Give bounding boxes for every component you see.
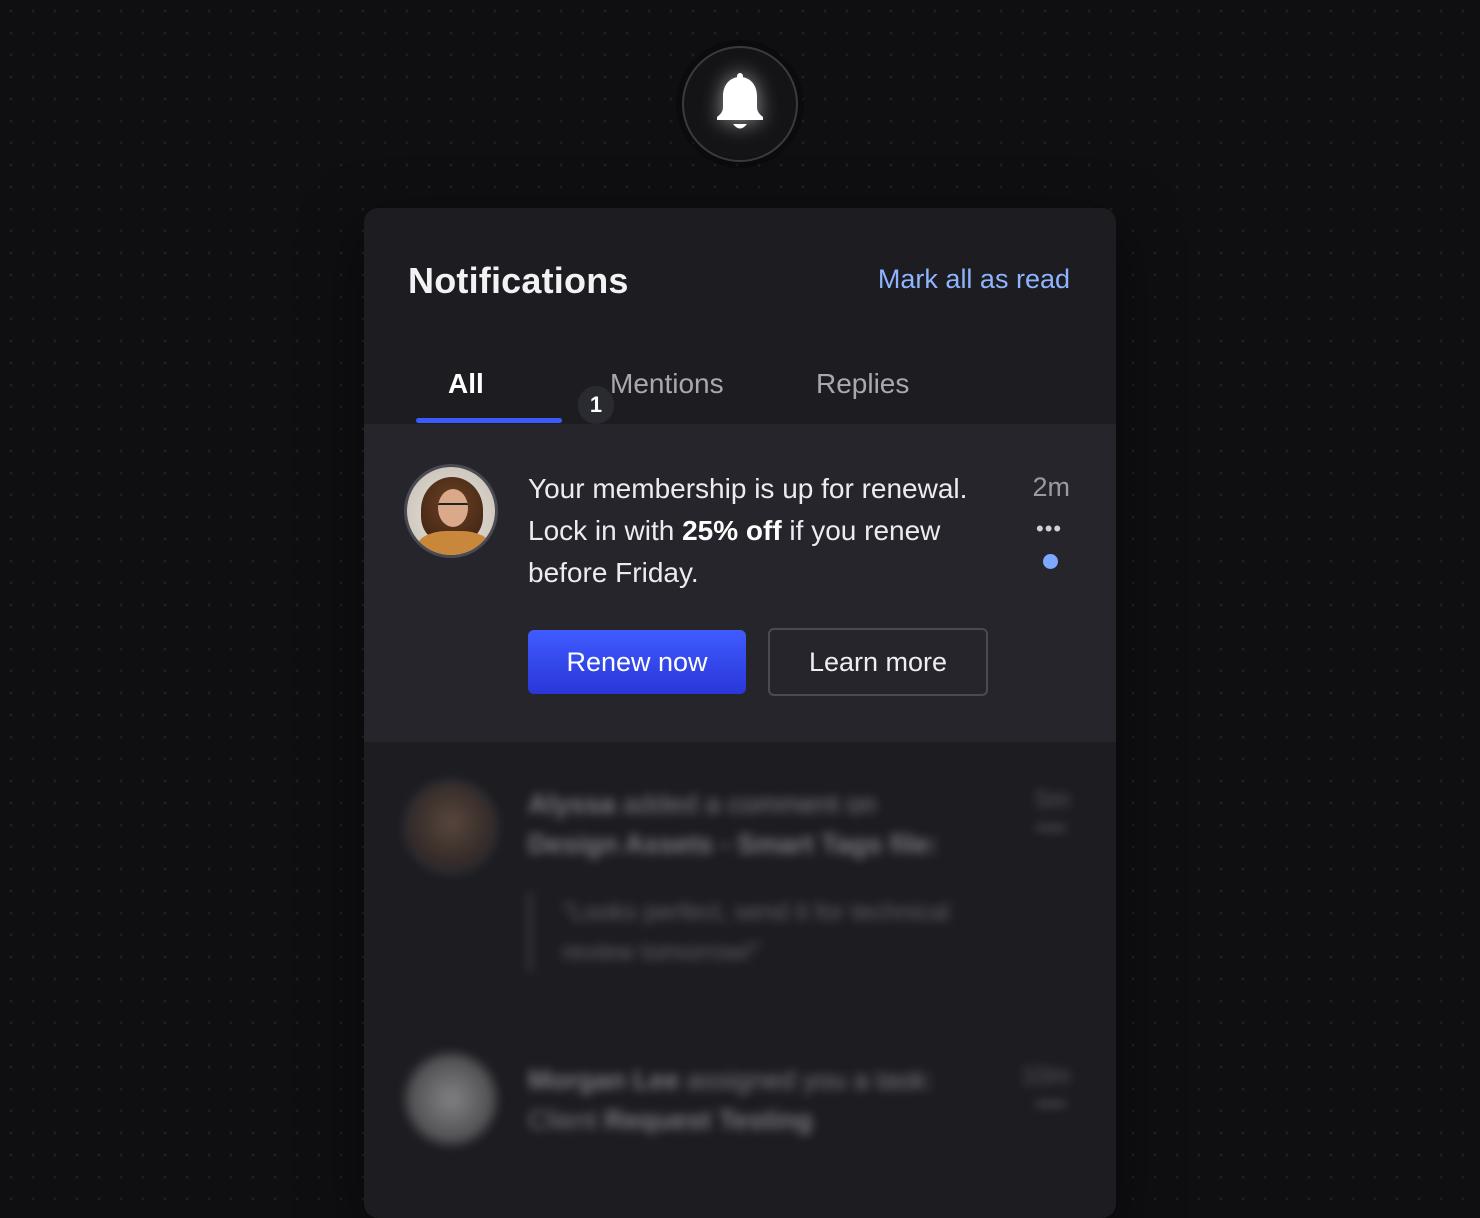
renew-now-button[interactable]: Renew now <box>528 630 746 694</box>
bell-icon <box>717 73 763 129</box>
tab-bar: All 1 Mentions Replies <box>364 346 1116 424</box>
message-highlight: 25% off <box>682 515 782 546</box>
notification-message: Morgan Lee assigned you a task: Client R… <box>528 1060 988 1140</box>
more-horizontal-icon[interactable]: ••• <box>1036 516 1062 542</box>
more-horizontal-icon[interactable] <box>1036 1102 1066 1106</box>
tab-all[interactable]: All 1 <box>448 368 614 424</box>
comment-quote: “Looks perfect, send it for technical re… <box>528 892 1002 972</box>
avatar <box>404 1052 498 1146</box>
bell-button[interactable] <box>682 46 798 162</box>
active-tab-indicator <box>416 418 562 423</box>
unread-indicator <box>1043 554 1058 569</box>
message-line-1: Your membership is up for renewal. <box>528 473 968 504</box>
notification-list: Your membership is up for renewal. Lock … <box>364 424 1116 1218</box>
tab-all-count-badge: 1 <box>578 386 614 424</box>
notification-action: assigned you a task: <box>687 1065 934 1095</box>
tab-mentions[interactable]: Mentions <box>610 368 724 400</box>
mark-all-read-link[interactable]: Mark all as read <box>878 264 1070 295</box>
notification-message: Your membership is up for renewal. Lock … <box>528 468 1008 594</box>
notification-time: 10m <box>1021 1062 1070 1090</box>
tab-replies[interactable]: Replies <box>816 368 909 400</box>
notification-actor: Morgan Lee <box>528 1065 680 1095</box>
notification-action: added a comment on <box>622 789 877 819</box>
learn-more-button[interactable]: Learn more <box>768 628 988 696</box>
avatar <box>404 464 498 558</box>
notification-item[interactable]: Alyssa added a comment on Design Assets … <box>364 760 1116 1020</box>
notification-time: 2m <box>1032 472 1070 502</box>
notification-message: Alyssa added a comment on Design Assets … <box>528 784 988 864</box>
more-horizontal-icon[interactable] <box>1036 826 1066 830</box>
message-line-2-pre: Lock in with <box>528 515 683 546</box>
notification-target: Design Assets - Smart Tags file: <box>528 829 938 859</box>
notification-target-prefix: Client <box>528 1105 598 1135</box>
notification-item[interactable]: Morgan Lee assigned you a task: Client R… <box>364 1036 1116 1218</box>
notification-actor: Alyssa <box>528 789 616 819</box>
avatar <box>404 780 498 874</box>
notification-time: 5m <box>1035 786 1070 814</box>
message-line-3: before Friday. <box>528 557 699 588</box>
notification-target: Request Testing <box>604 1105 813 1135</box>
notifications-panel: Notifications Mark all as read All 1 Men… <box>364 208 1116 1218</box>
tab-all-label: All <box>448 368 484 399</box>
notification-item[interactable]: Your membership is up for renewal. Lock … <box>364 424 1116 742</box>
panel-title: Notifications <box>408 260 629 301</box>
message-line-2-post: if you renew <box>781 515 941 546</box>
